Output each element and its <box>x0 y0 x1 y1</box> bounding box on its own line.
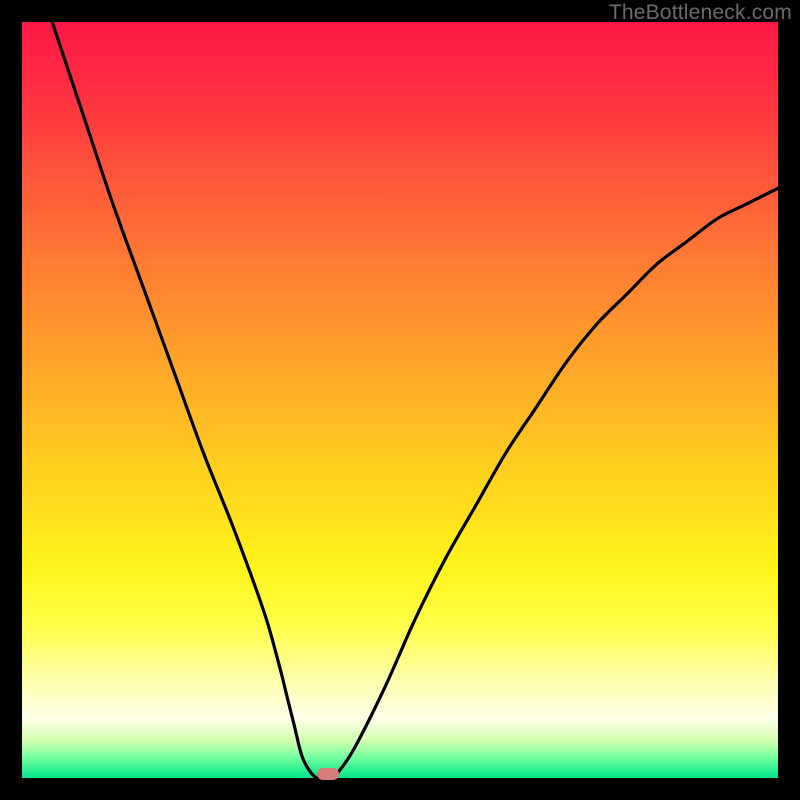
watermark-text: TheBottleneck.com <box>609 1 792 25</box>
optimum-marker <box>317 768 339 780</box>
chart-plot-area <box>22 22 778 778</box>
bottleneck-curve <box>22 22 778 778</box>
